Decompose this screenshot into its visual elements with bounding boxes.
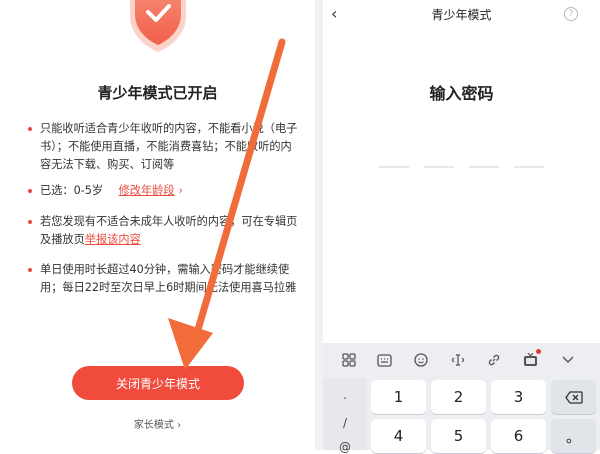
keyboard-toolbar: [323, 343, 600, 376]
report-content-link[interactable]: 举报该内容: [85, 233, 141, 246]
key-3[interactable]: 3: [491, 380, 546, 414]
key-at[interactable]: @: [323, 440, 367, 454]
password-heading: 输入密码: [429, 84, 494, 103]
bullet-dot: [28, 127, 32, 131]
screen-divider: [315, 0, 323, 450]
cursor-icon[interactable]: [449, 351, 467, 369]
key-4[interactable]: 4: [371, 419, 426, 453]
emoji-icon[interactable]: [412, 351, 430, 369]
report-text: 若您发现有不适合未成年人收听的内容，可在专辑页及播放页: [40, 215, 298, 246]
enter-password-screen: ‹ 青少年模式 ? 输入密码 . / @ 1 2 3 4 5 6 。: [323, 0, 600, 454]
numeric-keyboard: . / @ 1 2 3 4 5 6 。: [323, 343, 600, 454]
backspace-key[interactable]: [551, 380, 596, 414]
list-item: 只能收听适合青少年收听的内容，不能看小说（电子书）；不能使用直播，不能消费喜钻；…: [28, 120, 298, 174]
pin-slot: [514, 166, 544, 168]
key-5[interactable]: 5: [431, 419, 486, 453]
key-dot[interactable]: .: [323, 388, 367, 402]
page-title: 青少年模式已开启: [97, 84, 218, 102]
tv-icon[interactable]: [521, 349, 541, 369]
bullet-dot: [28, 189, 32, 193]
key-slash[interactable]: /: [323, 416, 367, 430]
help-icon[interactable]: ?: [564, 7, 578, 21]
header-title: 青少年模式: [431, 8, 492, 22]
bullet-text: 单日使用时长超过40分钟，需输入密码才能继续使用；每日22时至次日早上6时期间无…: [40, 263, 297, 294]
modify-age-link[interactable]: 修改年龄段: [119, 184, 175, 197]
key-2[interactable]: 2: [431, 380, 486, 414]
password-input[interactable]: [379, 166, 544, 168]
bullet-dot: [28, 268, 32, 272]
bullet-dot: [28, 220, 32, 224]
shield-check-icon: [130, 0, 186, 52]
age-range-line: 已选：0-5岁 修改年龄段 ›: [40, 182, 298, 200]
pin-slot: [469, 166, 499, 168]
period-key[interactable]: 。: [551, 419, 596, 453]
keyboard-icon[interactable]: [375, 351, 393, 369]
symbol-column: . / @: [323, 378, 367, 454]
close-teen-mode-button[interactable]: 关闭青少年模式: [72, 366, 244, 400]
apps-icon[interactable]: [340, 351, 358, 369]
link-icon[interactable]: [485, 351, 503, 369]
bullet-text: 只能收听适合青少年收听的内容，不能看小说（电子书）；不能使用直播，不能消费喜钻；…: [40, 122, 298, 171]
chevron-right-icon: ›: [178, 184, 184, 197]
list-item: 单日使用时长超过40分钟，需输入密码才能继续使用；每日22时至次日早上6时期间无…: [28, 261, 298, 297]
teen-mode-enabled-screen: 青少年模式已开启 只能收听适合青少年收听的内容，不能看小说（电子书）；不能使用直…: [0, 0, 315, 450]
key-1[interactable]: 1: [371, 380, 426, 414]
selected-age-text: 已选：0-5岁: [40, 184, 104, 197]
key-6[interactable]: 6: [491, 419, 546, 453]
notification-dot: [536, 349, 541, 354]
report-line: 若您发现有不适合未成年人收听的内容，可在专辑页及播放页举报该内容: [40, 213, 298, 249]
collapse-keyboard-icon[interactable]: [559, 351, 577, 369]
list-item: 已选：0-5岁 修改年龄段 ›: [28, 182, 298, 200]
pin-slot: [424, 166, 454, 168]
pin-slot: [379, 166, 409, 168]
parent-mode-link[interactable]: 家长模式 ›: [0, 416, 315, 431]
list-item: 若您发现有不适合未成年人收听的内容，可在专辑页及播放页举报该内容: [28, 213, 298, 249]
backspace-icon: [564, 390, 583, 404]
